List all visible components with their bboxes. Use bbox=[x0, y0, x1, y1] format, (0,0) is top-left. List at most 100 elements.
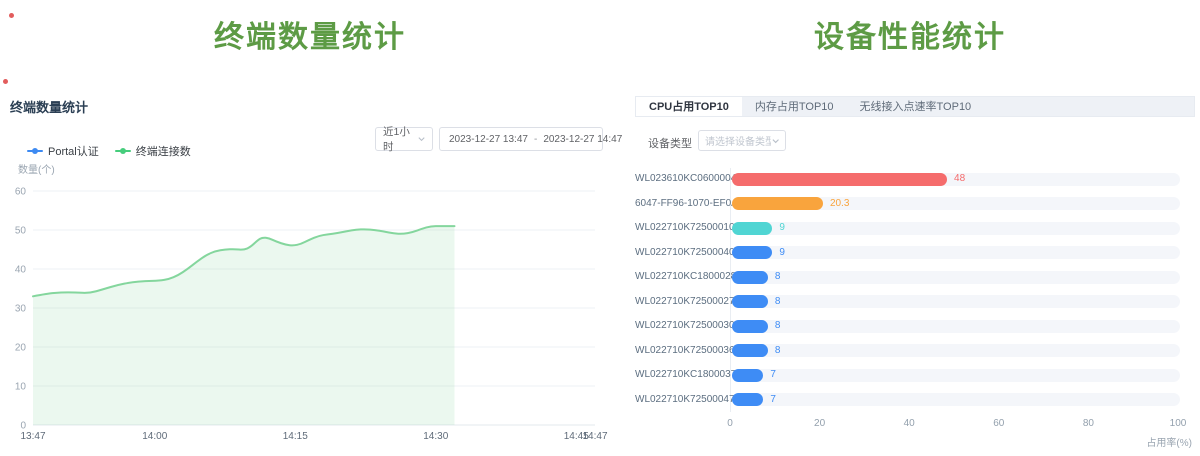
bar-row-5: WL022710K725000272 8 bbox=[635, 292, 1200, 312]
series-area bbox=[33, 226, 455, 425]
bar-fill bbox=[732, 222, 772, 235]
bar-fill bbox=[732, 173, 947, 186]
y-tick-label: 50 bbox=[15, 226, 27, 237]
bar-track bbox=[732, 320, 1180, 333]
tab-2[interactable]: 无线接入点速率TOP10 bbox=[847, 97, 985, 116]
bar-fill bbox=[732, 246, 772, 259]
bar-category-label: WL022710KC18000372 bbox=[635, 365, 726, 385]
bar-fill bbox=[732, 369, 763, 382]
legend-label: 终端连接数 bbox=[136, 143, 191, 159]
bar-value-label: 7 bbox=[770, 365, 776, 385]
bar-fill bbox=[732, 320, 768, 333]
date-range-picker[interactable]: 2023-12-27 13:47 - 2023-12-27 14:47 bbox=[439, 127, 603, 151]
device-type-placeholder: 请选择设备类型 bbox=[705, 133, 771, 148]
bar-track bbox=[732, 246, 1180, 259]
line-chart-legend: Portal认证 终端连接数 bbox=[27, 143, 191, 159]
time-range-select[interactable]: 近1小时 bbox=[375, 127, 433, 151]
bar-category-label: WL022710K725000369 bbox=[635, 341, 726, 361]
bar-category-label: WL022710K725000307 bbox=[635, 316, 726, 336]
bar-x-tick-label: 60 bbox=[993, 418, 1004, 429]
bar-x-tick-label: 20 bbox=[814, 418, 825, 429]
bar-track bbox=[732, 393, 1180, 406]
device-performance-section-title: 设备性能统计 bbox=[620, 12, 1200, 56]
bar-row-3: WL022710K725000409 9 bbox=[635, 243, 1200, 263]
x-tick-label: 14:30 bbox=[423, 431, 448, 442]
y-tick-label: 0 bbox=[20, 421, 26, 432]
bar-category-label: WL022710K725000102 bbox=[635, 218, 726, 238]
bar-x-tick-label: 0 bbox=[727, 418, 733, 429]
bar-row-6: WL022710K725000307 8 bbox=[635, 316, 1200, 336]
bar-value-label: 48 bbox=[954, 169, 965, 189]
y-tick-label: 20 bbox=[15, 343, 27, 354]
legend-item-1[interactable]: 终端连接数 bbox=[115, 143, 191, 159]
bar-x-axis-title: 占用率(%) bbox=[1146, 434, 1192, 449]
tab-0-active[interactable]: CPU占用TOP10 bbox=[636, 97, 742, 116]
bar-track bbox=[732, 222, 1180, 235]
x-tick-label: 14:47 bbox=[582, 431, 607, 442]
bar-track bbox=[732, 197, 1180, 210]
y-tick-label: 10 bbox=[15, 382, 27, 393]
device-type-label: 设备类型 bbox=[648, 135, 692, 151]
bar-track bbox=[732, 369, 1180, 382]
performance-tab-bar: CPU占用TOP10内存占用TOP10无线接入点速率TOP10 bbox=[635, 96, 1195, 117]
terminal-count-section-title: 终端数量统计 bbox=[0, 12, 620, 56]
bar-fill bbox=[732, 393, 763, 406]
x-tick-label: 14:00 bbox=[142, 431, 167, 442]
legend-item-0[interactable]: Portal认证 bbox=[27, 143, 99, 159]
tab-1[interactable]: 内存占用TOP10 bbox=[742, 97, 847, 116]
bar-fill bbox=[732, 295, 768, 308]
bar-row-8: WL022710KC18000372 7 bbox=[635, 365, 1200, 385]
bar-value-label: 7 bbox=[770, 390, 776, 410]
chevron-down-icon bbox=[417, 134, 426, 144]
x-tick-label: 13:47 bbox=[20, 431, 45, 442]
bar-value-label: 8 bbox=[775, 341, 781, 361]
bar-category-label: 6047-FF96-1070-EF0A bbox=[635, 194, 726, 214]
bar-value-label: 8 bbox=[775, 316, 781, 336]
bar-row-4: WL022710KC18000280 8 bbox=[635, 267, 1200, 287]
device-type-select[interactable]: 请选择设备类型 bbox=[698, 130, 786, 151]
bar-row-2: WL022710K725000102 9 bbox=[635, 218, 1200, 238]
bar-value-label: 9 bbox=[779, 218, 785, 238]
bar-row-9: WL022710K725000470 7 bbox=[635, 390, 1200, 410]
date-range-start: 2023-12-27 13:47 bbox=[449, 134, 528, 145]
chevron-down-icon bbox=[771, 136, 780, 146]
bar-track bbox=[732, 271, 1180, 284]
legend-marker-icon bbox=[27, 147, 43, 155]
bar-value-label: 9 bbox=[779, 243, 785, 263]
y-tick-label: 40 bbox=[15, 265, 27, 276]
bar-x-tick-label: 100 bbox=[1170, 418, 1187, 429]
bar-category-label: WL022710K725000409 bbox=[635, 243, 726, 263]
bar-category-label: WL022710K725000272 bbox=[635, 292, 726, 312]
bar-x-tick-label: 80 bbox=[1083, 418, 1094, 429]
legend-label: Portal认证 bbox=[48, 143, 99, 159]
date-range-separator: - bbox=[532, 134, 539, 145]
cpu-top10-bar-chart: WL023610KC06000043 48 6047-FF96-1070-EF0A 2… bbox=[635, 160, 1200, 456]
y-tick-label: 30 bbox=[15, 304, 27, 315]
red-dot bbox=[3, 79, 8, 84]
bar-fill bbox=[732, 271, 768, 284]
bar-category-label: WL023610KC06000043 bbox=[635, 169, 726, 189]
date-range-end: 2023-12-27 14:47 bbox=[543, 134, 622, 145]
bar-track bbox=[732, 344, 1180, 357]
y-axis-title: 数量(个) bbox=[18, 163, 55, 176]
x-tick-label: 14:15 bbox=[283, 431, 308, 442]
bar-value-label: 8 bbox=[775, 267, 781, 287]
bar-value-label: 8 bbox=[775, 292, 781, 312]
bar-fill bbox=[732, 197, 823, 210]
legend-dot bbox=[32, 148, 38, 154]
terminal-count-panel-title: 终端数量统计 bbox=[10, 97, 88, 116]
legend-marker-icon bbox=[115, 147, 131, 155]
bar-row-7: WL022710K725000369 8 bbox=[635, 341, 1200, 361]
y-tick-label: 60 bbox=[15, 187, 27, 198]
bar-category-label: WL022710K725000470 bbox=[635, 390, 726, 410]
dashboard: 终端数量统计 设备性能统计 终端数量统计 近1小时 2023-12-27 13:… bbox=[0, 0, 1200, 456]
bar-fill bbox=[732, 344, 768, 357]
bar-track bbox=[732, 295, 1180, 308]
time-range-value: 近1小时 bbox=[383, 124, 417, 154]
bar-value-label: 20.3 bbox=[830, 194, 849, 214]
legend-dot bbox=[120, 148, 126, 154]
bar-row-1: 6047-FF96-1070-EF0A 20.3 bbox=[635, 194, 1200, 214]
terminal-count-line-chart: 0 10 20 30 40 50 60 数量(个) 13:47 14:00 14:15 14:30 14… bbox=[0, 160, 620, 456]
bar-category-label: WL022710KC18000280 bbox=[635, 267, 726, 287]
bar-x-tick-label: 40 bbox=[904, 418, 915, 429]
